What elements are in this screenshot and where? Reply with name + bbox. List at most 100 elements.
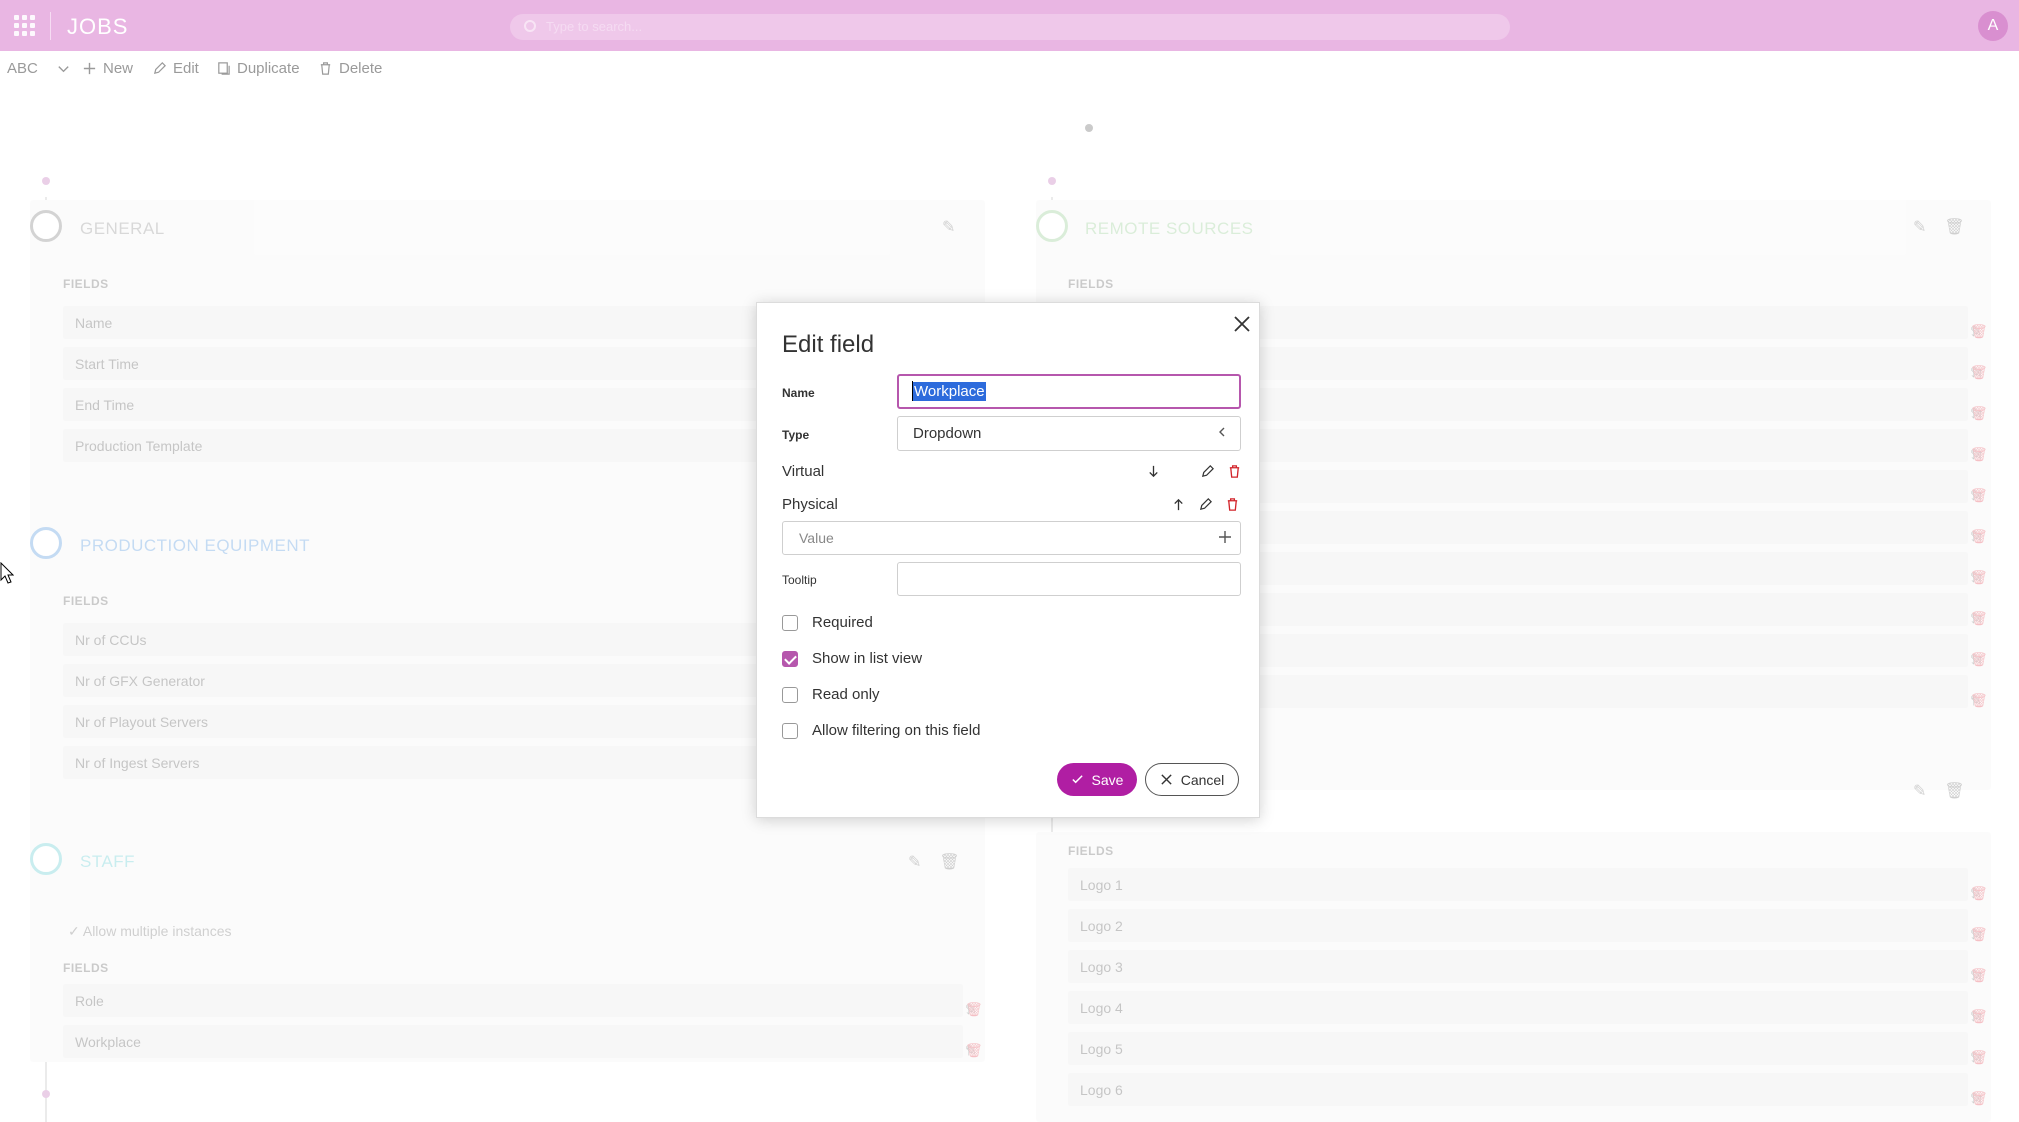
spacer bbox=[1173, 464, 1188, 479]
search-icon bbox=[524, 20, 536, 32]
general-section-title: GENERAL bbox=[80, 219, 165, 238]
dialog-title: Edit field bbox=[782, 331, 875, 358]
name-input[interactable]: Workplace bbox=[897, 374, 1241, 409]
plus-icon bbox=[83, 62, 96, 75]
duplicate-button-label: Duplicate bbox=[237, 60, 300, 77]
cancel-button-label: Cancel bbox=[1180, 771, 1225, 788]
timeline-dot bbox=[1085, 124, 1093, 132]
production-equipment-section-icon bbox=[30, 527, 62, 559]
production-equipment-section-title: PRODUCTION EQUIPMENT bbox=[80, 536, 311, 555]
edit-field-dialog: Edit field Name Workplace Type Dropdown … bbox=[756, 302, 1260, 818]
table-row: Logo 5 ↓↑ ✎ 🗑 bbox=[1068, 1032, 1988, 1065]
new-value-input[interactable]: Value bbox=[782, 521, 1241, 555]
show-in-list-checkbox[interactable] bbox=[782, 650, 798, 667]
option-actions bbox=[1171, 497, 1240, 512]
trash-icon[interactable]: 🗑 bbox=[1944, 781, 1964, 801]
app-title: JOBS bbox=[67, 14, 129, 39]
type-label: Type bbox=[782, 428, 810, 442]
fields-label: FIELDS bbox=[63, 961, 109, 975]
option-label: Virtual bbox=[782, 463, 825, 480]
remote-sources-card-actions: ✎ 🗑 bbox=[1913, 217, 1965, 237]
option-actions bbox=[1146, 464, 1242, 479]
view-select-label: ABC bbox=[7, 60, 38, 77]
arrow-up-icon[interactable] bbox=[1171, 497, 1186, 512]
type-dropdown-value: Dropdown bbox=[913, 425, 982, 442]
timeline-dot bbox=[1048, 177, 1056, 185]
show-in-list-checkbox-row[interactable]: Show in list view bbox=[782, 650, 922, 667]
table-row: Logo 2 ↓↑ ✎ 🗑 bbox=[1068, 909, 1988, 942]
option-label: Physical bbox=[782, 496, 838, 513]
trash-icon[interactable]: 🗑 bbox=[939, 852, 959, 872]
plus-icon[interactable] bbox=[1218, 530, 1232, 544]
arrow-down-icon[interactable] bbox=[1146, 464, 1161, 479]
pencil-icon[interactable] bbox=[1198, 497, 1213, 512]
required-checkbox[interactable] bbox=[782, 614, 798, 631]
toolbar: ABC New Edit Duplicate Delete bbox=[0, 51, 2019, 87]
mouse-cursor-icon bbox=[0, 562, 14, 584]
table-row: Logo 1 ↓ ✎ 🗑 bbox=[1068, 868, 1988, 901]
name-label: Name bbox=[782, 386, 815, 400]
cancel-button[interactable]: Cancel bbox=[1145, 763, 1239, 796]
chevron-left-icon bbox=[1219, 427, 1225, 437]
trash-icon[interactable] bbox=[1225, 497, 1240, 512]
read-only-checkbox[interactable] bbox=[782, 686, 798, 703]
pencil-icon[interactable]: ✎ bbox=[908, 852, 921, 872]
table-row: Logo 6 ↓↑ ✎ 🗑 bbox=[1068, 1073, 1988, 1106]
required-label: Required bbox=[812, 614, 873, 631]
trash-icon[interactable] bbox=[1227, 464, 1242, 479]
save-button-label: Save bbox=[1091, 771, 1124, 788]
close-icon[interactable] bbox=[1231, 313, 1253, 335]
allow-filtering-checkbox[interactable] bbox=[782, 722, 798, 739]
general-section-icon bbox=[30, 210, 62, 242]
table-row: Role ↓ ✎ 🗑 bbox=[63, 984, 983, 1017]
top-bar: JOBS Type to search... A bbox=[0, 0, 2019, 51]
check-icon bbox=[1071, 775, 1083, 784]
tooltip-input[interactable] bbox=[897, 562, 1241, 596]
pencil-icon[interactable]: ✎ bbox=[1913, 217, 1926, 237]
tooltip-label: Tooltip bbox=[782, 573, 817, 587]
view-select[interactable]: ABC bbox=[7, 60, 71, 77]
show-in-list-label: Show in list view bbox=[812, 650, 923, 667]
edit-button-label: Edit bbox=[173, 60, 199, 77]
allow-filtering-checkbox-row[interactable]: Allow filtering on this field bbox=[782, 722, 980, 739]
divider bbox=[50, 12, 51, 40]
allow-multiple-instances: ✓ Allow multiple instances bbox=[68, 923, 232, 939]
delete-button[interactable]: Delete bbox=[318, 60, 382, 77]
new-button[interactable]: New bbox=[82, 60, 133, 77]
pencil-icon[interactable] bbox=[1200, 464, 1215, 479]
table-row: Logo 4 ↓↑ ✎ 🗑 bbox=[1068, 991, 1988, 1024]
general-card-actions: ✎ bbox=[942, 217, 955, 237]
fields-label: FIELDS bbox=[1068, 844, 1114, 858]
read-only-label: Read only bbox=[812, 686, 880, 703]
pencil-icon bbox=[153, 62, 166, 75]
remote-sources-section-title: REMOTE SOURCES bbox=[1085, 219, 1254, 238]
timeline-dot bbox=[42, 177, 50, 185]
trash-icon[interactable]: 🗑 bbox=[1944, 217, 1964, 237]
name-input-value: Workplace bbox=[913, 382, 986, 401]
search-placeholder: Type to search... bbox=[546, 19, 643, 34]
avatar[interactable]: A bbox=[1978, 11, 2008, 41]
staff-section-title: STAFF bbox=[80, 852, 136, 871]
table-row: Workplace ↑ ✎ 🗑 bbox=[63, 1025, 983, 1058]
required-checkbox-row[interactable]: Required bbox=[782, 614, 873, 631]
trash-icon bbox=[320, 62, 331, 75]
search-input[interactable]: Type to search... bbox=[510, 14, 1510, 40]
table-row: Logo 3 ↓↑ ✎ 🗑 bbox=[1068, 950, 1988, 983]
save-button[interactable]: Save bbox=[1057, 763, 1137, 796]
fields-label: FIELDS bbox=[63, 277, 109, 291]
read-only-checkbox-row[interactable]: Read only bbox=[782, 686, 880, 703]
app-launcher-icon[interactable] bbox=[14, 15, 35, 36]
pencil-icon[interactable]: ✎ bbox=[942, 217, 955, 237]
new-button-label: New bbox=[103, 60, 134, 77]
staff-card-actions: ✎ 🗑 bbox=[908, 852, 960, 872]
pencil-icon[interactable]: ✎ bbox=[1913, 781, 1926, 801]
value-placeholder: Value bbox=[799, 530, 834, 546]
logos-card-actions: ✎ 🗑 bbox=[1913, 781, 1965, 801]
allow-filtering-label: Allow filtering on this field bbox=[812, 722, 981, 739]
edit-button[interactable]: Edit bbox=[152, 60, 199, 77]
remote-sources-section-icon bbox=[1036, 210, 1068, 242]
type-dropdown[interactable]: Dropdown bbox=[897, 416, 1241, 451]
delete-button-label: Delete bbox=[339, 60, 383, 77]
staff-section-icon bbox=[30, 843, 62, 875]
duplicate-button[interactable]: Duplicate bbox=[216, 60, 300, 77]
